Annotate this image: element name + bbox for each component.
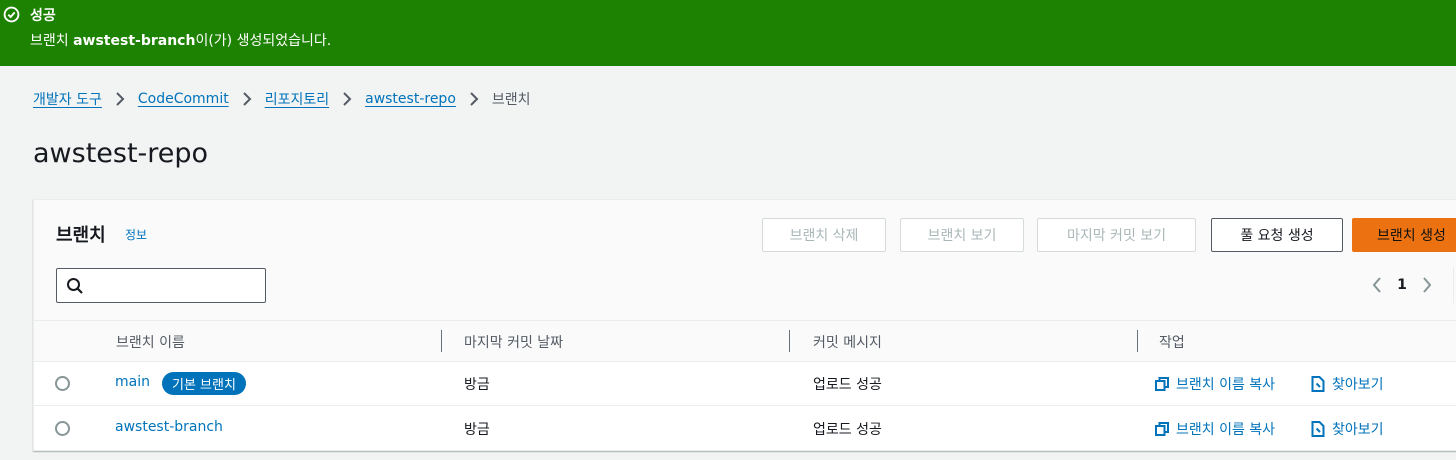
breadcrumb-repositories[interactable]: 리포지토리 (265, 89, 329, 109)
commit-message: 업로드 성공 (813, 377, 882, 393)
delete-branch-button[interactable]: 브랜치 삭제 (762, 218, 886, 252)
copy-branch-name-action[interactable]: 브랜치 이름 복사 (1155, 419, 1275, 439)
previous-page-icon[interactable] (1362, 275, 1392, 295)
column-last-commit-date[interactable]: 마지막 커밋 날짜 (464, 332, 563, 352)
pagination: 1 (1362, 267, 1454, 303)
copy-icon (1155, 377, 1169, 391)
copy-branch-name-label: 브랜치 이름 복사 (1176, 422, 1276, 438)
flash-message: 브랜치 awstest-branch이(가) 생성되었습니다. (30, 30, 331, 50)
search-icon (67, 278, 83, 294)
column-resizer[interactable] (1137, 330, 1138, 352)
view-last-commit-button[interactable]: 마지막 커밋 보기 (1037, 218, 1196, 252)
chevron-right-icon (329, 91, 365, 107)
panel-title: 브랜치 (56, 225, 106, 246)
search-box[interactable] (56, 268, 266, 303)
browse-label: 찾아보기 (1332, 422, 1384, 438)
row-radio[interactable] (55, 376, 70, 391)
flash-title: 성공 (30, 8, 56, 24)
browse-label: 찾아보기 (1332, 377, 1384, 393)
copy-branch-name-action[interactable]: 브랜치 이름 복사 (1155, 374, 1275, 394)
breadcrumb-codecommit[interactable]: CodeCommit (138, 91, 229, 107)
table-header: 브랜치 이름 마지막 커밋 날짜 커밋 메시지 작업 (34, 320, 1456, 362)
breadcrumb-current: 브랜치 (491, 92, 531, 108)
last-commit-date: 방금 (464, 422, 490, 438)
last-commit-date: 방금 (464, 377, 490, 393)
copy-icon (1155, 422, 1169, 436)
branch-name-link[interactable]: main (115, 374, 150, 390)
column-actions: 작업 (1159, 335, 1185, 351)
column-commit-message[interactable]: 커밋 메시지 (813, 332, 882, 352)
view-branch-button[interactable]: 브랜치 보기 (900, 218, 1024, 252)
row-radio[interactable] (55, 421, 70, 436)
table-row: main 기본 브랜치 방금 업로드 성공 브랜치 이름 복사 찾아보기 (34, 361, 1456, 406)
chevron-right-icon (229, 91, 265, 107)
breadcrumb-repo[interactable]: awstest-repo (365, 91, 456, 107)
breadcrumb: 개발자 도구 CodeCommit 리포지토리 awstest-repo 브랜치 (33, 89, 531, 109)
success-flash-banner: 성공 브랜치 awstest-branch이(가) 생성되었습니다. (0, 0, 1456, 66)
branch-name-link[interactable]: awstest-branch (115, 419, 223, 435)
breadcrumb-developer-tools[interactable]: 개발자 도구 (33, 89, 102, 109)
next-page-icon[interactable] (1412, 275, 1442, 295)
success-check-icon (3, 6, 20, 23)
chevron-right-icon (456, 91, 492, 107)
branches-panel: 브랜치 정보 브랜치 삭제 브랜치 보기 마지막 커밋 보기 풀 요청 생성 브… (33, 199, 1456, 451)
flash-message-suffix: 이(가) 생성되었습니다. (195, 33, 332, 49)
commit-message: 업로드 성공 (813, 422, 882, 438)
file-browse-icon (1311, 376, 1325, 392)
pager-divider (1453, 267, 1454, 303)
copy-branch-name-label: 브랜치 이름 복사 (1176, 377, 1276, 393)
create-branch-button[interactable]: 브랜치 생성 (1352, 218, 1456, 252)
current-page-number[interactable]: 1 (1392, 277, 1412, 293)
info-link[interactable]: 정보 (125, 226, 147, 243)
default-branch-badge: 기본 브랜치 (162, 372, 246, 395)
browse-action[interactable]: 찾아보기 (1311, 374, 1384, 394)
flash-message-prefix: 브랜치 (30, 33, 74, 49)
file-browse-icon (1311, 421, 1325, 437)
column-branch-name[interactable]: 브랜치 이름 (116, 332, 185, 352)
page-title: awstest-repo (33, 138, 209, 169)
browse-action[interactable]: 찾아보기 (1311, 419, 1384, 439)
chevron-right-icon (102, 91, 138, 107)
column-resizer[interactable] (789, 330, 790, 352)
search-input[interactable] (91, 273, 261, 298)
column-resizer[interactable] (441, 330, 442, 352)
create-pull-request-button[interactable]: 풀 요청 생성 (1211, 218, 1343, 252)
table-row: awstest-branch 방금 업로드 성공 브랜치 이름 복사 찾아보기 (34, 406, 1456, 451)
flash-message-branch: awstest-branch (73, 33, 196, 49)
